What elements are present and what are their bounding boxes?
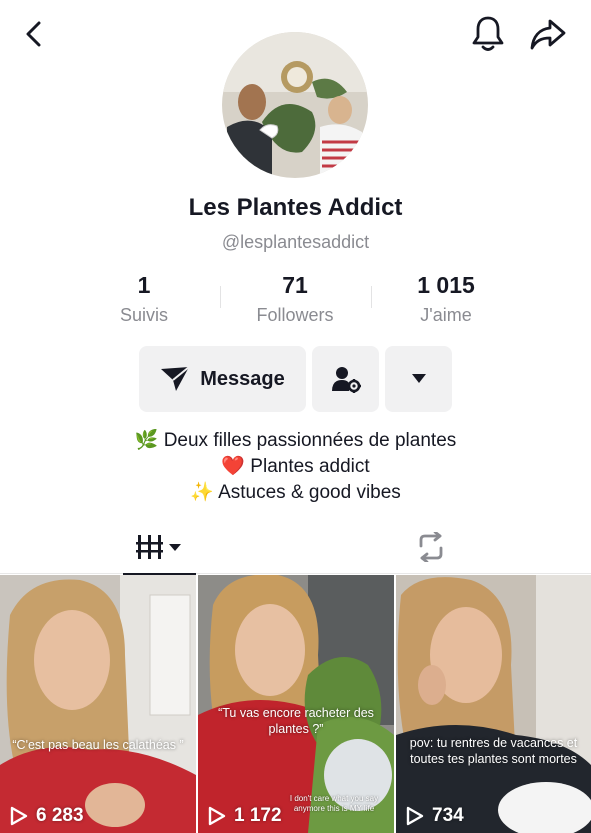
play-icon: [406, 806, 424, 826]
bio-line: ✨ Astuces & good vibes: [190, 482, 401, 503]
profile-bio: 🌿 Deux filles passionnées de plantes ❤️ …: [0, 428, 591, 506]
caret-down-icon: [411, 374, 426, 383]
tab-reposts[interactable]: [394, 520, 467, 574]
video-tile[interactable]: “C'est pas beau les calathéas ” 6 283: [0, 575, 196, 833]
play-icon: [10, 806, 28, 826]
send-icon: [161, 366, 190, 391]
share-button[interactable]: [526, 14, 570, 54]
more-options-button[interactable]: [385, 346, 452, 412]
plant-emoji-icon: 🌿: [134, 430, 159, 451]
bell-icon: [472, 16, 504, 51]
friend-settings-button[interactable]: [312, 346, 379, 412]
tab-videos[interactable]: [123, 520, 196, 575]
play-icon: [208, 806, 226, 826]
stat-label: Suivis: [119, 305, 168, 325]
video-caption: “C'est pas beau les calathéas ”: [12, 738, 184, 752]
message-button[interactable]: Message: [139, 346, 306, 412]
stat-label: Followers: [256, 305, 334, 325]
profile-actions: Message: [0, 346, 591, 412]
view-count: 1 172: [208, 805, 282, 827]
stat-value: 1 015: [417, 272, 475, 298]
stat-followers[interactable]: 71 Followers: [220, 272, 370, 326]
video-tile[interactable]: “Tu vas encore racheter des plantes ?” I…: [198, 575, 394, 833]
stats-row: 1 Suivis 71 Followers 1 015 J'aime: [0, 272, 591, 332]
stat-likes[interactable]: 1 015 J'aime: [371, 272, 521, 326]
video-caption: pov: tu rentres de vacances et toutes te…: [409, 736, 578, 766]
stat-value: 1: [137, 272, 151, 298]
profile-tabs: [0, 520, 591, 575]
chevron-left-icon: [26, 21, 41, 47]
share-arrow-icon: [530, 19, 566, 50]
heart-emoji-icon: ❤️: [221, 456, 246, 477]
bio-line: 🌿 Deux filles passionnées de plantes: [134, 430, 457, 451]
bio-line: ❤️ Plantes addict: [221, 456, 370, 477]
grid-bars-icon: [135, 535, 181, 559]
user-settings-icon: [331, 367, 361, 393]
back-button[interactable]: [16, 16, 52, 52]
video-tile[interactable]: pov: tu rentres de vacances et toutes te…: [396, 575, 591, 833]
stat-following[interactable]: 1 Suivis: [69, 272, 219, 326]
profile-name: Les Plantes Addict: [188, 194, 403, 221]
notifications-button[interactable]: [468, 14, 508, 54]
avatar[interactable]: [222, 32, 368, 178]
profile-handle: @lesplantesaddict: [221, 232, 370, 252]
message-button-label: Message: [200, 367, 285, 390]
video-grid: “C'est pas beau les calathéas ” 6 283 “T…: [0, 575, 591, 833]
stat-value: 71: [282, 272, 308, 298]
stat-label: J'aime: [420, 305, 472, 325]
video-caption: “Tu vas encore racheter des plantes ?”: [218, 706, 374, 736]
sparkles-emoji-icon: ✨: [190, 482, 214, 503]
view-count: 734: [406, 805, 464, 827]
repost-icon: [419, 532, 442, 562]
view-count: 6 283: [10, 805, 84, 827]
video-subcaption: I don't care what you say anymore this i…: [289, 794, 379, 813]
